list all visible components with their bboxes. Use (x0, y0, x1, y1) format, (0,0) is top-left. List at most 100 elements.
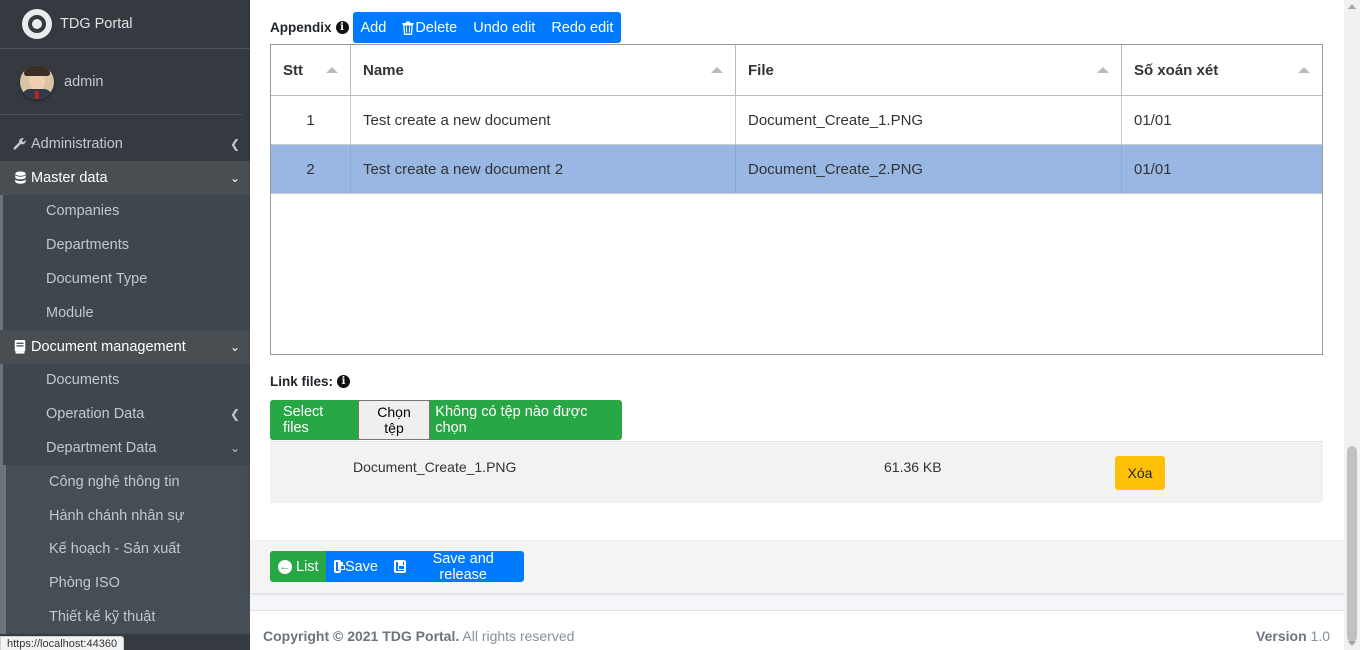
page-scrollbar[interactable] (1344, 0, 1360, 650)
choose-file-button[interactable]: Chọn tệp (357, 400, 431, 440)
sort-icon (1097, 67, 1109, 73)
redo-edit-button[interactable]: Redo edit (543, 12, 621, 43)
sidebar-item-document-type[interactable]: Document Type (3, 262, 250, 296)
master-data-submenu: Companies Departments Document Type Modu… (0, 194, 250, 330)
list-button[interactable]: ← List (270, 551, 327, 582)
sidebar-item-label: Operation Data (46, 406, 145, 423)
appendix-label: Appendix (270, 20, 332, 35)
user-panel[interactable]: admin (0, 49, 242, 115)
undo-edit-button[interactable]: Undo edit (465, 12, 543, 43)
table-row-selected[interactable]: 2 Test create a new document 2 Document_… (271, 145, 1322, 194)
link-files-label: Link files: (270, 374, 334, 389)
file-upload-control[interactable]: Select files Chọn tệp Không có tệp nào đ… (270, 400, 622, 440)
save-and-release-label: Save and release (432, 550, 494, 583)
cell-file: Document_Create_2.PNG (736, 145, 1122, 193)
chevron-left-icon: ❮ (229, 407, 240, 422)
column-header-name[interactable]: Name (351, 45, 736, 95)
scroll-thumb[interactable] (1347, 446, 1357, 642)
sidebar-item-document-management[interactable]: Document management ⌄ (0, 329, 250, 364)
sort-icon (711, 67, 723, 73)
column-header-label: Stt (283, 61, 303, 79)
department-data-submenu: Công nghệ thông tin Hành chánh nhân sự K… (0, 464, 250, 634)
book-icon (12, 339, 28, 354)
sidebar-item-module[interactable]: Module (3, 296, 250, 330)
copyright-text: Copyright © 2021 TDG Portal. All rights … (263, 628, 574, 644)
appendix-grid: Stt Name File Số xoán xét 1 Test create … (270, 44, 1323, 355)
save-label: Save (344, 558, 378, 575)
arrow-left-circle-icon: ← (278, 559, 292, 574)
user-name: admin (64, 73, 104, 90)
sidebar-item-administration[interactable]: Administration ❮ (0, 127, 250, 161)
sidebar-item-label: Document Type (46, 271, 148, 288)
chevron-down-icon: ⌄ (229, 441, 240, 456)
brand-title: TDG Portal (60, 16, 133, 32)
sidebar-item-department[interactable]: Kế hoạch - Sản xuất (6, 533, 250, 567)
column-header-stt[interactable]: Stt (271, 45, 351, 95)
floppy-disk-icon (334, 560, 345, 573)
sidebar-item-label: Document management (31, 338, 186, 355)
sidebar-item-department[interactable]: Thiết kế kỹ thuật (6, 600, 250, 634)
column-header-file[interactable]: File (736, 45, 1122, 95)
sidebar-item-label: Phòng ISO (49, 575, 120, 592)
grid-header: Stt Name File Số xoán xét (271, 45, 1322, 96)
select-files-label: Select files (283, 404, 324, 436)
sidebar-item-documents[interactable]: Documents (3, 364, 250, 398)
chevron-down-icon: ⌄ (229, 339, 240, 354)
appendix-header: Appendix i Add Delete Undo edit Redo edi… (270, 12, 622, 43)
column-header-label: File (748, 61, 774, 79)
list-label: List (296, 558, 319, 575)
save-and-release-button[interactable]: Save and release (386, 550, 524, 583)
sidebar-item-label: Master data (31, 169, 108, 186)
copyright-bold: Copyright © 2021 TDG Portal. (263, 628, 460, 644)
add-button[interactable]: Add (353, 12, 395, 43)
info-icon[interactable]: i (337, 375, 351, 388)
uploaded-file-name: Document_Create_1.PNG (353, 459, 517, 475)
scroll-up-icon[interactable] (1348, 4, 1356, 9)
sidebar-item-companies[interactable]: Companies (3, 195, 250, 229)
page-footer: Copyright © 2021 TDG Portal. All rights … (250, 610, 1344, 650)
chevron-left-icon: ❮ (229, 136, 240, 151)
no-file-text: Không có tệp nào được chọn (435, 404, 588, 436)
column-header-so-xoan-xet[interactable]: Số xoán xét (1122, 45, 1322, 95)
chevron-down-icon: ⌄ (229, 170, 240, 185)
sidebar-item-label: Documents (46, 372, 120, 389)
sidebar-item-label: Administration (31, 135, 123, 152)
sort-icon (326, 67, 338, 73)
sidebar-item-department[interactable]: Hành chánh nhân sự (6, 499, 250, 533)
cell-stt: 2 (271, 145, 351, 193)
sidebar-item-master-data[interactable]: Master data ⌄ (0, 160, 250, 195)
link-files-header: Link files: i (270, 374, 351, 389)
sidebar-item-operation-data[interactable]: Operation Data ❮ (3, 397, 250, 431)
info-icon[interactable]: i (335, 21, 349, 34)
delete-button[interactable]: Delete (394, 12, 465, 43)
sidebar: TDG Portal admin Administration ❮ Master… (0, 0, 250, 650)
document-form-card: Appendix i Add Delete Undo edit Redo edi… (250, 0, 1344, 593)
database-icon (12, 171, 28, 185)
cell-name: Test create a new document 2 (351, 145, 736, 193)
cell-so-xoan-xet: 01/01 (1134, 111, 1172, 129)
column-header-label: Name (363, 61, 404, 79)
uploaded-file-size: 61.36 KB (884, 459, 942, 475)
sidebar-item-department[interactable]: Phòng ISO (6, 566, 250, 600)
cell-stt: 1 (271, 96, 351, 144)
delete-label: Delete (415, 19, 458, 36)
sidebar-item-department-data[interactable]: Department Data ⌄ (3, 431, 250, 465)
scroll-down-icon[interactable] (1348, 641, 1356, 646)
sidebar-item-departments[interactable]: Departments (3, 228, 250, 262)
sidebar-item-department[interactable]: Công nghệ thông tin (6, 465, 250, 499)
appendix-toolbar: Add Delete Undo edit Redo edit (352, 12, 622, 43)
main-content: Appendix i Add Delete Undo edit Redo edi… (250, 0, 1344, 650)
version-text: Version 1.0 (1256, 628, 1330, 644)
sidebar-nav: Administration ❮ Master data ⌄ Companies… (0, 115, 250, 634)
version-label: Version (1256, 628, 1307, 644)
trash-icon (402, 21, 414, 35)
sidebar-item-label: Kế hoạch - Sản xuất (49, 541, 181, 558)
cell-file: Document_Create_1.PNG (736, 96, 1122, 144)
tdg-logo-icon (22, 9, 52, 39)
save-button[interactable]: Save (326, 551, 386, 582)
status-url: https://localhost:44360 (0, 636, 125, 650)
brand-link[interactable]: TDG Portal (0, 0, 250, 49)
table-row[interactable]: 1 Test create a new document Document_Cr… (271, 96, 1322, 145)
cell-name: Test create a new document (351, 96, 736, 144)
remove-file-button[interactable]: Xóa (1115, 456, 1165, 490)
